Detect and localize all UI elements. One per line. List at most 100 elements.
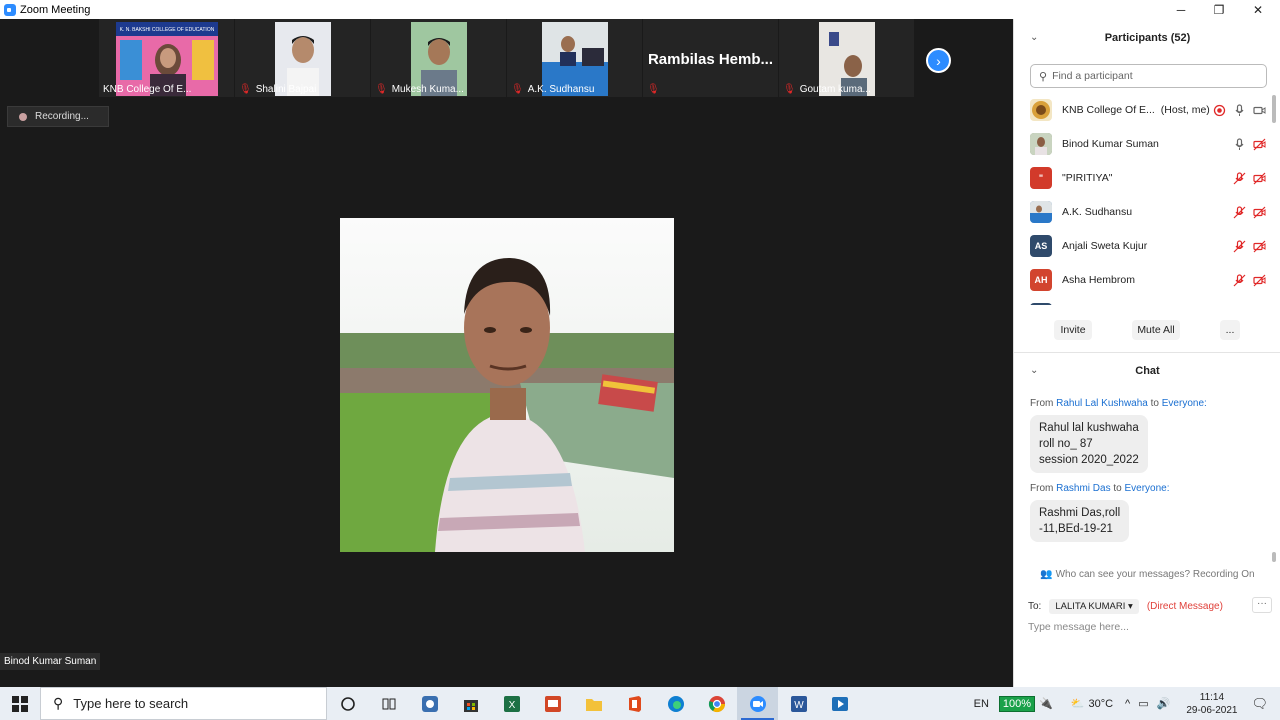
cortana-icon[interactable]: [327, 687, 368, 720]
zoom-app-icon: [4, 3, 16, 16]
edge-icon[interactable]: [655, 687, 696, 720]
thumbnail-name: 🎙 A.K. Sudhansu: [511, 84, 595, 95]
chevron-up-icon[interactable]: ^: [1125, 698, 1130, 710]
windows-start-icon[interactable]: [0, 687, 40, 720]
close-button[interactable]: ✕: [1239, 0, 1277, 19]
svg-text:K. N. BAKSHI COLLEGE OF EDUCAT: K. N. BAKSHI COLLEGE OF EDUCATION: [119, 27, 214, 33]
participant-actions: Invite Mute All ...: [1014, 320, 1280, 342]
app-icon[interactable]: [409, 687, 450, 720]
people-icon: 👥: [1040, 569, 1053, 580]
participant-thumbnail[interactable]: 🎙 Shalini Bajpai: [235, 19, 371, 97]
chevron-down-icon[interactable]: ⌄: [1030, 361, 1038, 381]
minimize-button[interactable]: ─: [1162, 0, 1200, 19]
participant-row[interactable]: [1014, 297, 1272, 305]
participant-avatar: [1030, 303, 1052, 305]
participant-display-name: Rambilas Hemb...: [647, 51, 774, 68]
mic-muted-icon: 🎙: [511, 84, 524, 95]
video-off-icon[interactable]: [1253, 274, 1266, 287]
mic-muted-icon[interactable]: [1233, 205, 1246, 219]
direct-message-label: (Direct Message): [1146, 600, 1223, 612]
mic-muted-icon[interactable]: [1233, 273, 1246, 287]
video-off-icon[interactable]: [1253, 138, 1266, 151]
find-participant-input[interactable]: ⚲ Find a participant: [1030, 64, 1267, 88]
mute-all-button[interactable]: Mute All: [1132, 320, 1180, 340]
participant-avatar: AH: [1030, 269, 1052, 291]
file-explorer-icon[interactable]: [573, 687, 614, 720]
participant-thumbnail[interactable]: 🎙 A.K. Sudhansu: [507, 19, 643, 97]
participant-row[interactable]: Binod Kumar Suman: [1014, 127, 1272, 161]
chrome-icon[interactable]: [696, 687, 737, 720]
chat-from-line: From Rashmi Das to Everyone:: [1030, 483, 1170, 494]
clock[interactable]: 11:14 29-06-2021: [1186, 691, 1237, 717]
media-player-icon[interactable]: [819, 687, 860, 720]
more-options-button[interactable]: ...: [1220, 320, 1240, 340]
chevron-right-icon[interactable]: ›: [926, 48, 951, 73]
mic-icon[interactable]: [1233, 137, 1246, 151]
taskbar-search-input[interactable]: ⚲ Type here to search: [40, 687, 327, 720]
thumbnail-name: KNB College Of E...: [103, 84, 192, 95]
chat-header[interactable]: ⌄ Chat: [1014, 361, 1280, 381]
invite-button[interactable]: Invite: [1054, 320, 1092, 340]
mic-muted-icon: 🎙: [239, 84, 252, 95]
chevron-down-icon[interactable]: ⌄: [1030, 28, 1038, 48]
volume-icon[interactable]: 🔊: [1157, 697, 1171, 710]
participant-thumbnail[interactable]: 🎙 Goutam kuma...: [779, 19, 915, 97]
participants-header[interactable]: ⌄ Participants (52): [1014, 28, 1280, 48]
thumbnail-name: 🎙: [647, 84, 664, 95]
who-can-see-notice[interactable]: 👥 Who can see your messages? Recording O…: [1014, 569, 1280, 580]
battery-indicator[interactable]: 100%: [998, 695, 1036, 712]
participant-thumbnail[interactable]: 🎙 Mukesh Kuma...: [371, 19, 507, 97]
windows-taskbar: ⚲ Type here to search X W EN 100% 🔌 ⛅ 30…: [0, 687, 1280, 720]
participant-thumbnail[interactable]: Rambilas Hemb... 🎙: [643, 19, 779, 97]
zoom-icon[interactable]: [737, 687, 778, 720]
participant-thumbnail[interactable]: K. N. BAKSHI COLLEGE OF EDUCATION KNB Co…: [99, 19, 235, 97]
mic-muted-icon: 🎙: [647, 84, 660, 95]
participant-avatar: [1030, 133, 1052, 155]
participant-row[interactable]: " "PIRITIYA": [1014, 161, 1272, 195]
participant-name: Anjali Sweta Kujur: [1062, 240, 1148, 252]
language-indicator[interactable]: EN: [974, 698, 989, 710]
active-speaker-video: [340, 218, 674, 552]
video-off-icon[interactable]: [1253, 206, 1266, 219]
video-camera-icon[interactable]: [1253, 104, 1266, 117]
mic-muted-icon[interactable]: [1233, 171, 1246, 185]
excel-icon[interactable]: X: [491, 687, 532, 720]
window-title: Zoom Meeting: [20, 3, 91, 16]
chat-sender[interactable]: Rahul Lal Kushwaha: [1056, 398, 1148, 409]
recording-dot-icon: [19, 112, 27, 121]
participant-row[interactable]: KNB College Of E... (Host, me): [1014, 93, 1272, 127]
mic-icon[interactable]: [1233, 103, 1246, 117]
task-view-icon[interactable]: [368, 687, 409, 720]
recording-label: Recording...: [35, 111, 89, 122]
notifications-icon[interactable]: 🗨: [1251, 696, 1268, 712]
word-icon[interactable]: W: [778, 687, 819, 720]
mic-muted-icon: 🎙: [783, 84, 796, 95]
participant-avatar: [1030, 201, 1052, 223]
participant-row[interactable]: A.K. Sudhansu: [1014, 195, 1272, 229]
recording-badge[interactable]: Recording...: [7, 106, 109, 127]
chat-more-button[interactable]: ···: [1252, 597, 1272, 613]
office-icon[interactable]: [614, 687, 655, 720]
maximize-button[interactable]: ❐: [1200, 0, 1238, 19]
chat-scrollbar[interactable]: [1272, 552, 1276, 562]
participant-row[interactable]: AS Anjali Sweta Kujur: [1014, 229, 1272, 263]
chevron-down-icon: ▾: [1128, 600, 1133, 612]
speaker-video-frame: [340, 218, 674, 552]
temperature[interactable]: 30°C: [1088, 698, 1113, 710]
plug-icon: 🔌: [1039, 698, 1053, 710]
store-icon[interactable]: [450, 687, 491, 720]
chat-sender[interactable]: Rashmi Das: [1056, 483, 1110, 494]
mic-muted-icon[interactable]: [1233, 239, 1246, 253]
participant-name: "PIRITIYA": [1062, 172, 1113, 184]
video-off-icon[interactable]: [1253, 240, 1266, 253]
search-icon: ⚲: [1039, 70, 1048, 83]
impress-icon[interactable]: [532, 687, 573, 720]
network-icon[interactable]: ▭: [1138, 697, 1148, 710]
chat-recipient-row: To: LALITA KUMARI ▾ (Direct Message) ···: [1028, 597, 1278, 615]
participant-name: Asha Hembrom: [1062, 274, 1135, 286]
chat-input[interactable]: Type message here...: [1028, 621, 1129, 633]
video-off-icon[interactable]: [1253, 172, 1266, 185]
recipient-dropdown[interactable]: LALITA KUMARI ▾: [1049, 598, 1139, 614]
participant-row[interactable]: AH Asha Hembrom: [1014, 263, 1272, 297]
participants-scrollbar[interactable]: [1272, 95, 1276, 123]
